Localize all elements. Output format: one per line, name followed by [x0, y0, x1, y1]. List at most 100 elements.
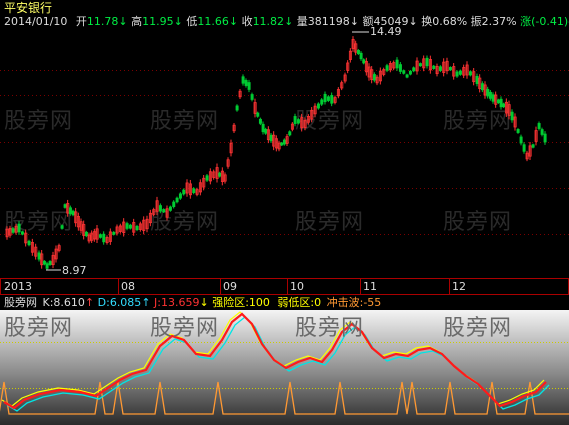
candle-body	[264, 129, 268, 134]
candle-body	[362, 59, 366, 64]
candle-body	[182, 189, 186, 195]
candle-body	[296, 119, 300, 124]
candle-body	[502, 103, 506, 108]
candle-body	[84, 231, 88, 237]
down-arrow-icon: ↓	[199, 296, 209, 309]
stock-name: 平安银行	[4, 1, 53, 15]
time-axis-tick: 12	[452, 280, 466, 293]
candle-body	[128, 224, 132, 229]
down-arrow-icon: ↓	[228, 15, 239, 28]
candle-body	[37, 252, 41, 260]
k-value: K:8.610	[42, 296, 85, 309]
candle-body	[540, 129, 544, 135]
strong-zone-value: 强险区:100	[212, 296, 270, 309]
kdj-indicator-chart[interactable]	[0, 310, 569, 425]
candle-body	[438, 66, 442, 71]
candle-body	[372, 74, 376, 81]
candle-body	[175, 197, 179, 203]
time-axis-tick: 2013	[4, 280, 32, 293]
candle-body	[330, 95, 334, 104]
candle-body	[235, 105, 239, 111]
open-value: 11.78	[86, 15, 119, 28]
candle-body	[256, 112, 260, 117]
candle-body	[11, 228, 15, 233]
candle-body	[468, 71, 472, 76]
candle-body	[250, 94, 254, 100]
candle-body	[491, 94, 495, 102]
volume-label: 量	[296, 15, 308, 28]
candle-body	[125, 223, 129, 229]
candle-body	[488, 91, 492, 99]
candle-body	[60, 225, 64, 229]
candle-body	[218, 172, 222, 177]
down-arrow-icon: ↓	[408, 15, 418, 28]
candle-body	[385, 65, 389, 71]
candle-body	[316, 103, 320, 109]
candle-body	[499, 98, 503, 108]
change-label: 涨	[520, 15, 532, 28]
candle-body	[537, 123, 541, 129]
candle-body	[496, 99, 500, 104]
stock-chart-window: 股旁网 股旁网 股旁网 股旁网 股旁网 股旁网 股旁网 股旁网 平安银行 201…	[0, 0, 569, 425]
candle-body	[244, 80, 248, 86]
close-value: 11.82	[252, 15, 285, 28]
candle-body	[135, 225, 139, 231]
quote-bar: 2014/01/10 开11.78↓ 高11.95↓ 低11.66↓ 收11.8…	[4, 16, 569, 28]
time-axis-tick: 11	[363, 280, 377, 293]
candle-body	[510, 111, 514, 121]
candle-body	[408, 70, 412, 75]
candle-body	[20, 231, 24, 235]
turnover-value: 0.68%	[432, 15, 468, 28]
candle-body	[192, 188, 196, 193]
candle-body	[112, 231, 116, 235]
candle-body	[45, 263, 49, 269]
candle-body	[269, 134, 273, 142]
candle-body	[398, 64, 402, 72]
low-label: 低	[186, 15, 198, 28]
candle-body	[162, 209, 166, 213]
candle-body	[531, 144, 535, 148]
candle-body	[418, 63, 422, 67]
candle-body	[247, 82, 251, 90]
min-price-marker: 8.97	[62, 264, 87, 277]
candle-body	[543, 133, 547, 143]
candle-body	[280, 142, 284, 146]
candle-body	[205, 175, 209, 181]
candle-body	[522, 144, 526, 152]
candlestick-chart[interactable]	[0, 28, 569, 278]
candle-body	[258, 118, 262, 124]
indicator-name[interactable]: 股旁网	[4, 296, 37, 309]
amplitude-label: 振	[470, 15, 482, 28]
candle-body	[98, 234, 102, 238]
down-arrow-icon: ↓	[284, 15, 294, 28]
candle-body	[71, 210, 75, 216]
candle-body	[458, 70, 462, 75]
up-arrow-icon: ↑	[141, 296, 151, 309]
high-label: 高	[131, 15, 143, 28]
candle-body	[158, 205, 162, 212]
change-value: (-0.41)-3.	[531, 15, 569, 28]
candle-body	[42, 260, 46, 265]
indicator-legend: 股旁网 K:8.610↑ D:6.085↑ J:13.659↓ 强险区:100 …	[4, 297, 381, 309]
turnover-label: 换	[421, 15, 433, 28]
down-arrow-icon: ↓	[173, 15, 183, 28]
candle-body	[172, 201, 176, 208]
candle-body	[178, 193, 182, 199]
high-value: 11.95	[142, 15, 174, 28]
volume-value: 381198	[307, 15, 350, 28]
candle-body	[282, 139, 286, 145]
down-arrow-icon: ↓	[349, 15, 359, 28]
candle-body	[102, 233, 106, 243]
wave-value: 冲击波:-55	[326, 296, 382, 309]
candle-body	[405, 74, 409, 78]
time-axis	[0, 278, 569, 295]
candle-body	[27, 240, 31, 246]
open-label: 开	[75, 15, 87, 28]
candle-body	[432, 65, 436, 69]
weak-zone-value: 弱低区:0	[277, 296, 322, 309]
close-label: 收	[241, 15, 253, 28]
candle-body	[356, 50, 360, 54]
candle-body	[323, 93, 327, 103]
candle-body	[168, 206, 172, 211]
candle-body	[395, 59, 399, 69]
